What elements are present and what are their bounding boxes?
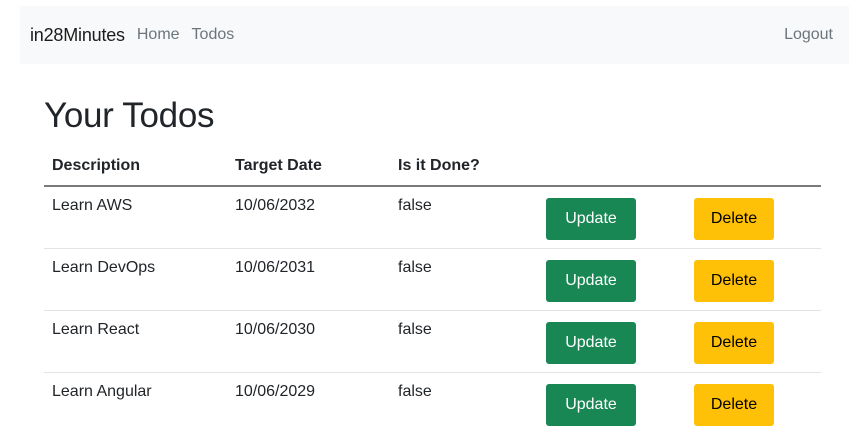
todos-table: Description Target Date Is it Done? Lear… <box>44 146 821 434</box>
update-button[interactable]: Update <box>546 383 636 426</box>
update-button[interactable]: Update <box>546 198 636 240</box>
nav-link-todos[interactable]: Todos <box>192 26 235 44</box>
todo-description: Learn Angular <box>52 382 152 400</box>
table-body: Learn AWS 10/06/2032 false Update Delete… <box>44 186 821 434</box>
todo-target-date: 10/06/2032 <box>227 186 390 249</box>
delete-button[interactable]: Delete <box>694 198 774 240</box>
delete-button[interactable]: Delete <box>694 383 774 426</box>
delete-cell: Delete <box>686 248 821 311</box>
table-row: Learn DevOps 10/06/2031 false Update Del… <box>44 248 821 311</box>
todo-description: Learn DevOps <box>44 248 227 311</box>
update-button[interactable]: Update <box>546 321 636 364</box>
header-delete <box>686 146 821 187</box>
logout-link[interactable]: Logout <box>784 26 833 44</box>
todo-done: false <box>390 248 538 311</box>
header-row: Description Target Date Is it Done? <box>44 146 821 187</box>
delete-cell: Delete <box>686 310 821 373</box>
todo-description: Learn React <box>44 310 227 373</box>
table-row: Learn AWS 10/06/2032 false Update Delete <box>44 186 821 249</box>
brand-logo[interactable]: in28Minutes <box>30 25 125 46</box>
todo-done: false <box>390 186 538 249</box>
table-row: Learn React 10/06/2030 false Update Dele… <box>44 310 821 373</box>
todo-target-date: 10/06/2030 <box>227 310 390 373</box>
table-row: Learn Angular 10/06/2029 false Update De… <box>44 372 821 434</box>
update-cell: Update <box>538 186 686 249</box>
delete-cell: Delete <box>686 372 821 434</box>
header-description: Description <box>44 146 227 187</box>
todo-description: Learn AWS <box>44 186 227 249</box>
header-is-done: Is it Done? <box>390 146 538 187</box>
todo-done: false <box>390 310 538 373</box>
todo-target-date: 10/06/2031 <box>227 248 390 311</box>
update-cell: Update <box>538 372 686 434</box>
page-title: Your Todos <box>44 96 215 135</box>
nav-link-home[interactable]: Home <box>137 26 180 44</box>
update-button[interactable]: Update <box>546 259 636 302</box>
table-header: Description Target Date Is it Done? <box>44 146 821 187</box>
delete-button[interactable]: Delete <box>694 259 774 302</box>
todo-target-date: 10/06/2029 <box>235 382 316 400</box>
delete-button[interactable]: Delete <box>694 321 774 364</box>
update-cell: Update <box>538 248 686 311</box>
navbar: in28Minutes Home Todos Logout <box>20 6 849 64</box>
todo-done: false <box>398 382 432 400</box>
header-update <box>538 146 686 187</box>
header-target-date: Target Date <box>227 146 390 187</box>
update-cell: Update <box>538 310 686 373</box>
delete-cell: Delete <box>686 186 821 249</box>
